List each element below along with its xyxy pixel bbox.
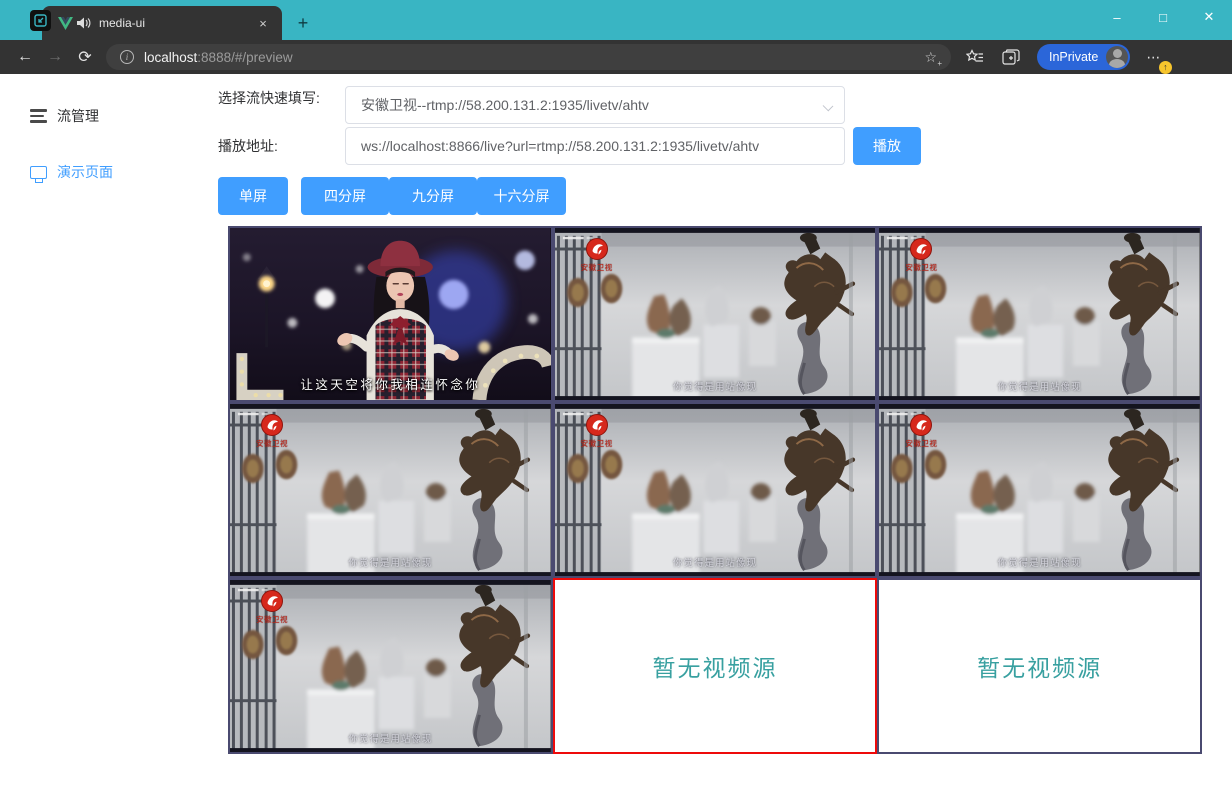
collections-icon[interactable] [1002, 49, 1020, 65]
tv-stream-frame [879, 228, 1200, 400]
select-stream-label: 选择流快速填写: [218, 86, 345, 124]
refresh-icon[interactable]: ⟳ [70, 44, 100, 70]
main-panel: 选择流快速填写: 播放地址: 播放 单屏 四分屏 九分屏 十六分屏 让这天空将你… [218, 74, 1232, 808]
url-text[interactable]: localhost:8888/#/preview [144, 50, 920, 65]
favorites-hub-icon[interactable] [966, 49, 984, 65]
tv-stream-frame [555, 404, 876, 576]
back-icon[interactable]: ← [10, 44, 40, 70]
stream-select[interactable] [345, 86, 845, 124]
play-address-input[interactable] [345, 127, 845, 165]
tv-stream-frame [555, 228, 876, 400]
single-screen-button[interactable]: 单屏 [218, 177, 288, 215]
site-info-icon[interactable]: i [120, 50, 134, 64]
inprivate-label: InPrivate [1049, 50, 1098, 64]
music-video-frame [230, 228, 551, 400]
video-cell-sculpture[interactable]: 安徽卫视 你觉得是用站像现 [228, 402, 553, 578]
notification-badge: ↑ [1159, 61, 1172, 74]
browser-titlebar: media-ui × + – □ ✕ [0, 0, 1232, 40]
nine-split-button[interactable]: 九分屏 [389, 177, 477, 215]
sidebar-item-label: 演示页面 [57, 162, 113, 182]
sidebar: 流管理 演示页面 [0, 74, 218, 808]
video-cell-sculpture[interactable]: 安徽卫视 你觉得是用站像现 [228, 578, 553, 754]
no-source-text: 暂无视频源 [977, 649, 1102, 683]
video-cell-empty[interactable]: 暂无视频源 [877, 578, 1202, 754]
video-grid: 让这天空将你我相连怀念你 安徽卫视 你觉得是用站像现 安徽卫视 你觉得是用站像现… [228, 226, 1202, 754]
forward-icon: → [40, 44, 70, 70]
tv-stream-frame [879, 404, 1200, 576]
tab-close-icon[interactable]: × [254, 14, 272, 32]
more-menu-icon[interactable]: ⋯↑ [1138, 49, 1169, 66]
video-cell-sculpture[interactable]: 安徽卫视 你觉得是用站像现 [553, 402, 878, 578]
browser-tab[interactable]: media-ui × [42, 6, 282, 40]
sixteen-split-button[interactable]: 十六分屏 [477, 177, 566, 215]
split-screen-button-group: 四分屏 九分屏 十六分屏 [301, 177, 566, 215]
inprivate-badge[interactable]: InPrivate [1037, 44, 1130, 70]
window-minimize-button[interactable]: – [1094, 0, 1140, 34]
video-cell-sculpture[interactable]: 安徽卫视 你觉得是用站像现 [877, 402, 1202, 578]
add-favorite-icon[interactable]: ☆+ [920, 49, 941, 66]
url-host: localhost [144, 50, 197, 65]
address-bar[interactable]: i localhost:8888/#/preview ☆+ [106, 44, 951, 70]
tab-title: media-ui [99, 16, 254, 30]
play-address-label: 播放地址: [218, 127, 345, 165]
avatar [1106, 46, 1128, 68]
window-maximize-button[interactable]: □ [1140, 0, 1186, 34]
no-source-text: 暂无视频源 [652, 649, 777, 683]
window-close-button[interactable]: ✕ [1186, 0, 1232, 34]
stream-list-icon [30, 109, 47, 123]
video-cell-sculpture[interactable]: 安徽卫视 你觉得是用站像现 [877, 226, 1202, 402]
video-cell-singer[interactable]: 让这天空将你我相连怀念你 [228, 226, 553, 402]
url-path: :8888/#/preview [197, 50, 292, 65]
video-cell-empty-selected[interactable]: 暂无视频源 [553, 578, 878, 754]
sidebar-item-stream-management[interactable]: 流管理 [0, 88, 218, 144]
tv-stream-frame [230, 404, 551, 576]
workspace-icon[interactable] [30, 10, 51, 31]
new-tab-button[interactable]: + [290, 10, 316, 36]
sidebar-item-label: 流管理 [57, 106, 99, 126]
browser-navbar: ← → ⟳ i localhost:8888/#/preview ☆+ InPr… [0, 40, 1232, 74]
tv-stream-frame [230, 580, 551, 752]
vue-logo-icon [58, 17, 73, 30]
monitor-icon [30, 166, 47, 179]
sidebar-item-demo-page[interactable]: 演示页面 [0, 144, 218, 200]
play-button[interactable]: 播放 [853, 127, 921, 165]
video-cell-sculpture[interactable]: 安徽卫视 你觉得是用站像现 [553, 226, 878, 402]
speaker-icon[interactable] [77, 17, 91, 29]
four-split-button[interactable]: 四分屏 [301, 177, 389, 215]
